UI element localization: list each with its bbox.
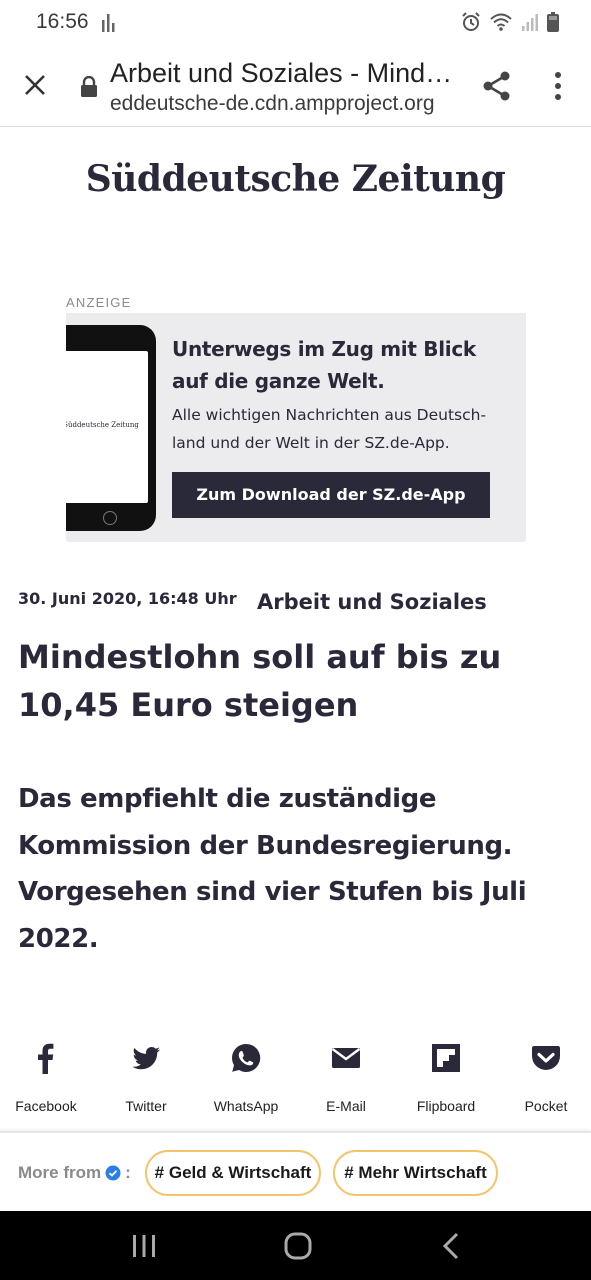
share-facebook-button[interactable]: Facebook (0, 1040, 96, 1120)
lock-icon[interactable] (80, 76, 98, 98)
article-date: 30. Juni 2020, 16:48 Uhr (18, 589, 237, 608)
pocket-icon (532, 1046, 560, 1070)
status-time: 16:56 (36, 10, 89, 33)
article-teaser: Das empfiehlt die zuständige Kommission … (18, 784, 527, 954)
cell-signal-icon (522, 14, 538, 31)
share-label: WhatsApp (213, 1098, 279, 1114)
phone-screen-logo: Süddeutsche Zeitung (66, 421, 139, 429)
chip-geld-wirtschaft[interactable]: # Geld & Wirtschaft (145, 1150, 321, 1196)
flipboard-icon (432, 1044, 460, 1072)
page-url[interactable]: eddeutsche-de.cdn.ampproject.org (110, 92, 465, 116)
close-icon[interactable] (20, 70, 50, 100)
back-icon[interactable] (432, 1229, 472, 1263)
ad-download-button[interactable]: Zum Download der SZ.de-App (172, 472, 490, 518)
share-label: E-Mail (326, 1098, 366, 1114)
home-icon[interactable] (278, 1229, 318, 1263)
more-from-colon: : (125, 1163, 131, 1182)
status-icons (461, 12, 559, 32)
ad-label: ANZEIGE (66, 295, 132, 310)
more-options-icon[interactable] (546, 70, 570, 102)
share-whatsapp-button[interactable]: WhatsApp (196, 1040, 296, 1120)
battery-icon (547, 12, 559, 32)
more-from-bar: More from : # Geld & Wirtschaft # Mehr W… (0, 1131, 591, 1211)
status-bar: 16:56 (0, 0, 591, 46)
share-bar: Facebook Twitter WhatsApp E-Mail Flipboa… (0, 1040, 591, 1120)
recent-apps-icon[interactable] (124, 1229, 164, 1263)
share-label: Facebook (15, 1098, 77, 1114)
android-nav-bar (0, 1211, 591, 1280)
share-email-button[interactable]: E-Mail (296, 1040, 396, 1120)
chip-mehr-wirtschaft[interactable]: # Mehr Wirtschaft (333, 1150, 498, 1196)
share-pocket-button[interactable]: Pocket (496, 1040, 591, 1120)
mail-icon (331, 1048, 361, 1068)
app-ad[interactable]: Süddeutsche Zeitung Unterwegs im Zug mit… (66, 313, 526, 542)
more-from-label: More from : (18, 1163, 131, 1183)
verified-icon (105, 1165, 121, 1181)
site-logo[interactable]: Süddeutsche Zeitung (0, 158, 591, 200)
ad-headline: Unterwegs im Zug mit Blick auf die ganze… (172, 337, 476, 393)
alarm-icon (462, 12, 480, 31)
share-label: Flipboard (416, 1098, 476, 1114)
ad-text: Alle wichtigen Nachrichten aus Deutsch-l… (172, 406, 487, 452)
article-title: Mindestlohn soll auf bis zu 10,45 Euro s… (18, 638, 502, 724)
wifi-icon (490, 13, 512, 31)
share-label: Pocket (524, 1098, 568, 1114)
phone-screen: Süddeutsche Zeitung (66, 351, 148, 503)
share-label: Twitter (125, 1098, 167, 1114)
page-title[interactable]: Arbeit und Soziales - Mindestlohn soll a… (110, 58, 460, 89)
facebook-icon (38, 1043, 54, 1074)
more-from-text: More from (18, 1163, 102, 1182)
twitter-icon (132, 1047, 160, 1070)
share-twitter-button[interactable]: Twitter (96, 1040, 196, 1120)
share-icon[interactable] (481, 70, 513, 102)
browser-toolbar: Arbeit und Soziales - Mindestlohn soll a… (0, 46, 591, 127)
whatsapp-icon (232, 1043, 261, 1072)
share-flipboard-button[interactable]: Flipboard (396, 1040, 496, 1120)
article-topic: Arbeit und Soziales (257, 590, 487, 614)
phone-home-button (103, 511, 117, 525)
phone-illustration: Süddeutsche Zeitung (66, 325, 156, 531)
signal-activity-icon (102, 14, 115, 32)
